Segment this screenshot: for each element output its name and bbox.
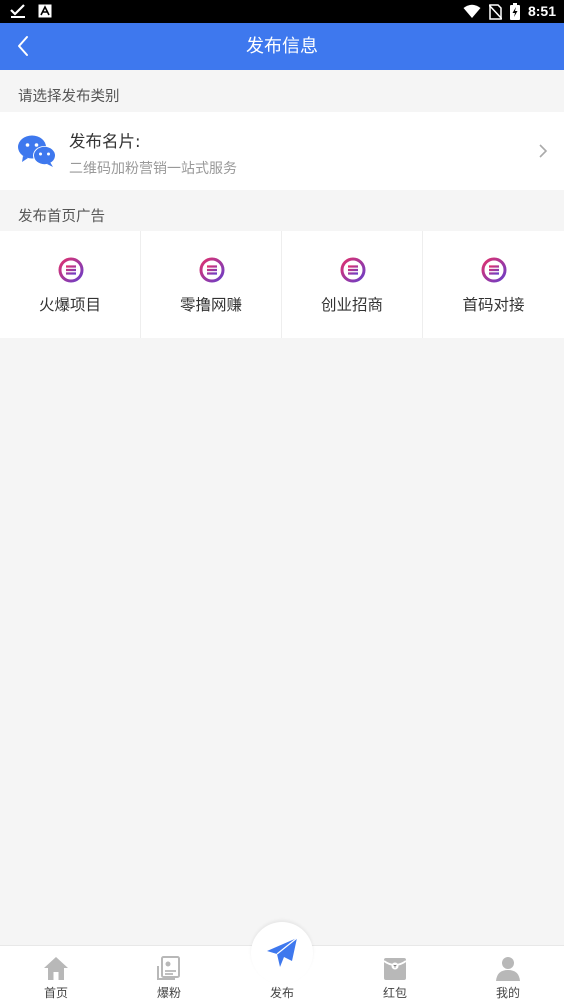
ad-item-first-code[interactable]: 首码对接	[423, 231, 564, 338]
tab-label: 我的	[495, 986, 520, 1000]
page-title: 发布信息	[246, 36, 318, 57]
no-sim-icon	[488, 3, 502, 20]
ad-item-label: 零撸网赚	[179, 296, 242, 314]
tab-label: 首页	[43, 986, 68, 1000]
ad-item-label: 首码对接	[462, 296, 525, 314]
status-time: 8:51	[527, 3, 556, 19]
tab-home[interactable]: 首页	[0, 946, 112, 1002]
brand-s-icon	[199, 257, 225, 283]
ad-item-label: 火爆项目	[38, 296, 101, 314]
tab-fans[interactable]: 爆粉	[113, 946, 225, 1002]
brand-s-icon	[481, 257, 507, 283]
paper-plane-icon	[267, 937, 298, 967]
publish-fab-button[interactable]	[251, 922, 313, 984]
fans-icon	[157, 956, 180, 980]
publish-card-row[interactable]: 发布名片: 二维码加粉营销一站式服务	[0, 112, 564, 190]
ad-item-hot-projects[interactable]: 火爆项目	[0, 231, 141, 338]
download-done-icon	[10, 4, 25, 18]
tab-red-packet[interactable]: 红包	[339, 946, 451, 1002]
ad-item-label: 创业招商	[320, 296, 383, 314]
tab-label: 发布	[269, 986, 294, 1000]
status-bar: 8:51	[0, 0, 564, 23]
app-notification-icon	[38, 4, 52, 18]
user-icon	[496, 957, 520, 981]
brand-s-icon	[58, 257, 84, 283]
ad-item-zero-earn[interactable]: 零撸网赚	[141, 231, 282, 338]
home-icon	[44, 957, 68, 980]
card-subtitle: 二维码加粉营销一站式服务	[69, 161, 237, 177]
ad-item-business-recruit[interactable]: 创业招商	[282, 231, 423, 338]
battery-charging-icon	[509, 3, 520, 20]
brand-s-icon	[340, 257, 366, 283]
section-label-ads: 发布首页广告	[18, 209, 105, 225]
tab-label: 红包	[382, 986, 407, 1000]
card-title: 发布名片:	[69, 132, 141, 151]
chevron-right-icon	[539, 144, 548, 158]
wechat-icon	[18, 135, 56, 167]
ad-category-grid: 火爆项目 零撸网赚 创业招商 首码对接	[0, 231, 564, 338]
tab-label: 爆粉	[156, 986, 181, 1000]
red-packet-icon	[383, 958, 407, 980]
wifi-icon	[463, 4, 481, 18]
section-label-category: 请选择发布类别	[18, 89, 120, 105]
app-header: 发布信息	[0, 23, 564, 70]
tab-mine[interactable]: 我的	[452, 946, 564, 1002]
